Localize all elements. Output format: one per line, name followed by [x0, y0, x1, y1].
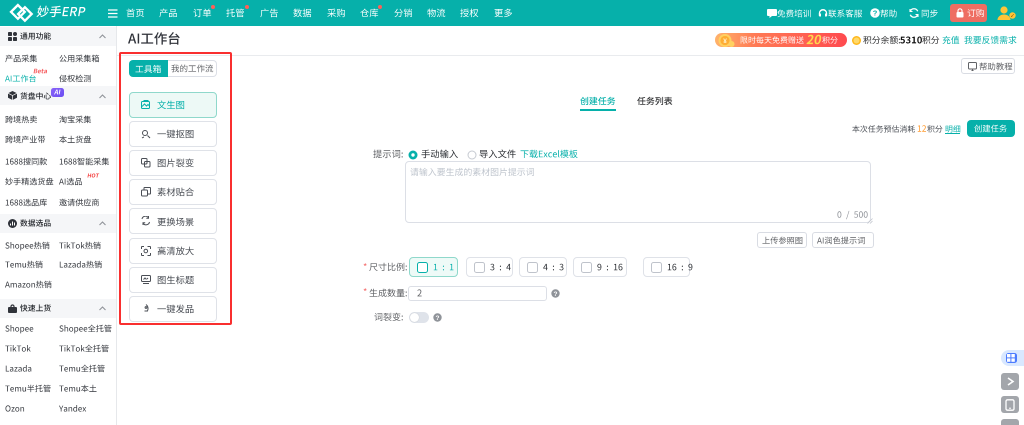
svg-text:¥: ¥ [723, 38, 727, 45]
svg-text:?: ? [553, 291, 557, 298]
svg-text:?: ? [436, 315, 440, 322]
svg-text:✓: ✓ [1010, 14, 1015, 20]
svg-text:?: ? [873, 9, 878, 18]
